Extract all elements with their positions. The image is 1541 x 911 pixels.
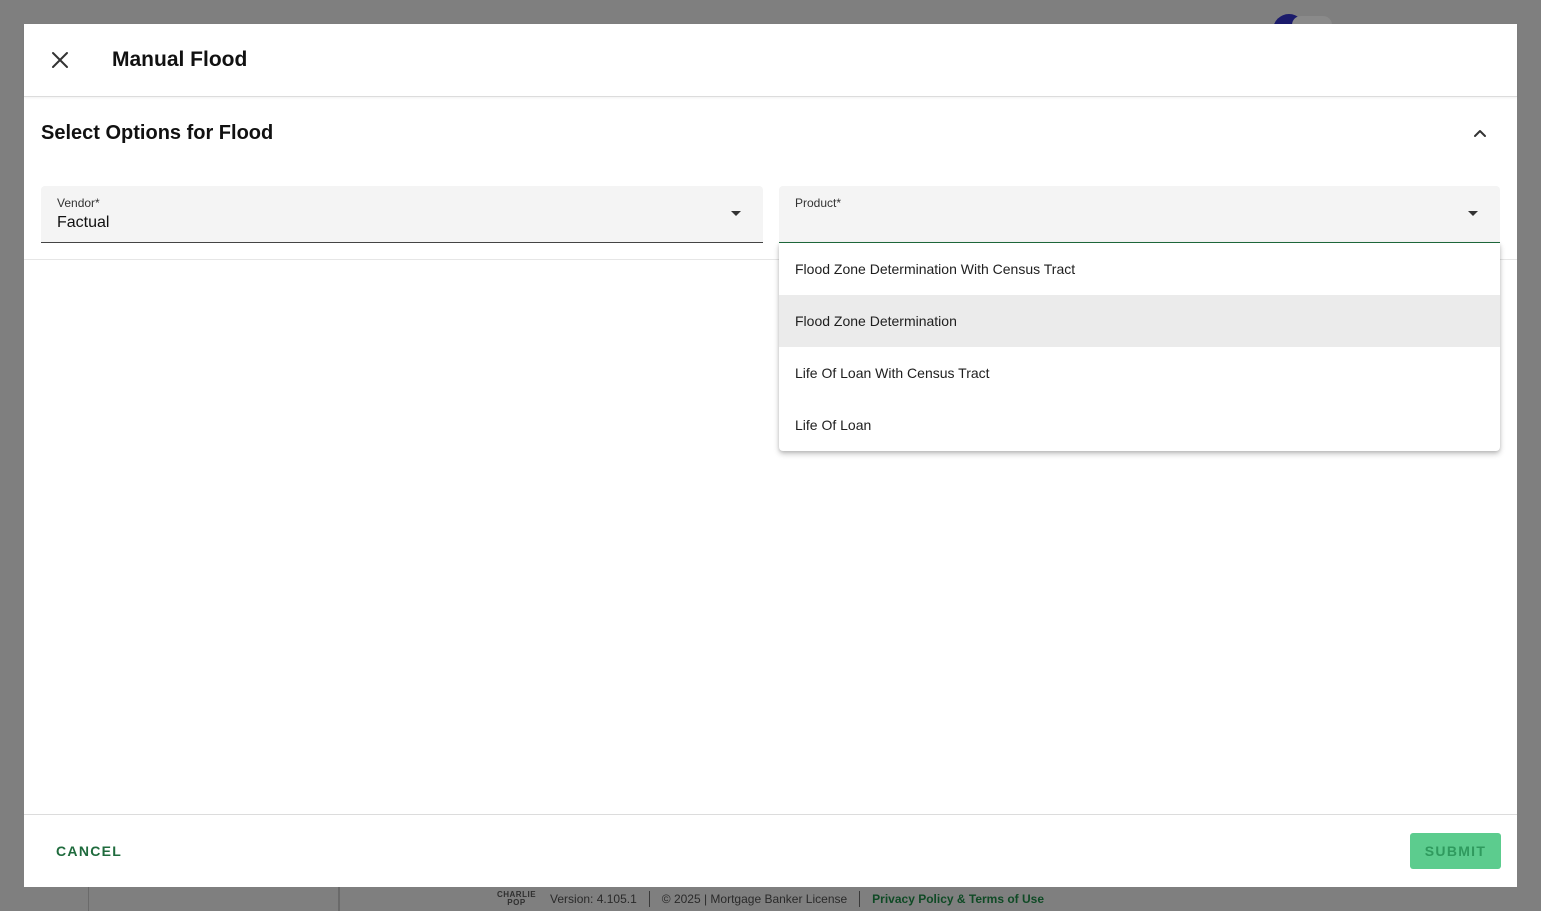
close-icon: [52, 52, 68, 68]
section-header: Select Options for Flood: [24, 98, 1517, 168]
vendor-select[interactable]: Vendor* Factual: [41, 186, 763, 243]
app-logo: CHARLIE POP: [496, 890, 537, 907]
close-button[interactable]: [40, 40, 80, 80]
version-text: Version: 4.105.1: [550, 892, 637, 906]
dialog-title: Manual Flood: [112, 48, 248, 71]
vendor-label: Vendor*: [57, 196, 100, 210]
cancel-button[interactable]: CANCEL: [44, 833, 134, 869]
product-label: Product*: [795, 196, 842, 210]
product-option[interactable]: Life Of Loan With Census Tract: [779, 347, 1500, 399]
divider: [648, 891, 650, 907]
copyright-text: © 2025 | Mortgage Banker License: [661, 892, 848, 906]
product-option[interactable]: Flood Zone Determination: [779, 295, 1500, 347]
app-footer: CHARLIE POP Version: 4.105.1 © 2025 | Mo…: [0, 887, 1541, 911]
section-title: Select Options for Flood: [41, 121, 274, 144]
product-options-menu: Flood Zone Determination With Census Tra…: [779, 243, 1500, 451]
product-option[interactable]: Life Of Loan: [779, 399, 1500, 451]
vendor-value: Factual: [57, 214, 110, 231]
dialog-footer: CANCEL SUBMIT: [24, 814, 1517, 887]
caret-down-icon: [731, 211, 741, 216]
privacy-link[interactable]: Privacy Policy & Terms of Use: [872, 892, 1044, 906]
product-option[interactable]: Flood Zone Determination With Census Tra…: [779, 243, 1500, 295]
dialog-header: Manual Flood: [24, 24, 1517, 97]
collapse-button[interactable]: [1462, 115, 1498, 151]
caret-down-icon: [1468, 211, 1478, 216]
product-select[interactable]: Product*: [779, 186, 1500, 243]
manual-flood-dialog: Manual Flood Select Options for Flood Ve…: [24, 24, 1517, 887]
submit-button[interactable]: SUBMIT: [1410, 833, 1501, 869]
chevron-up-icon: [1474, 130, 1486, 137]
divider: [859, 891, 861, 907]
